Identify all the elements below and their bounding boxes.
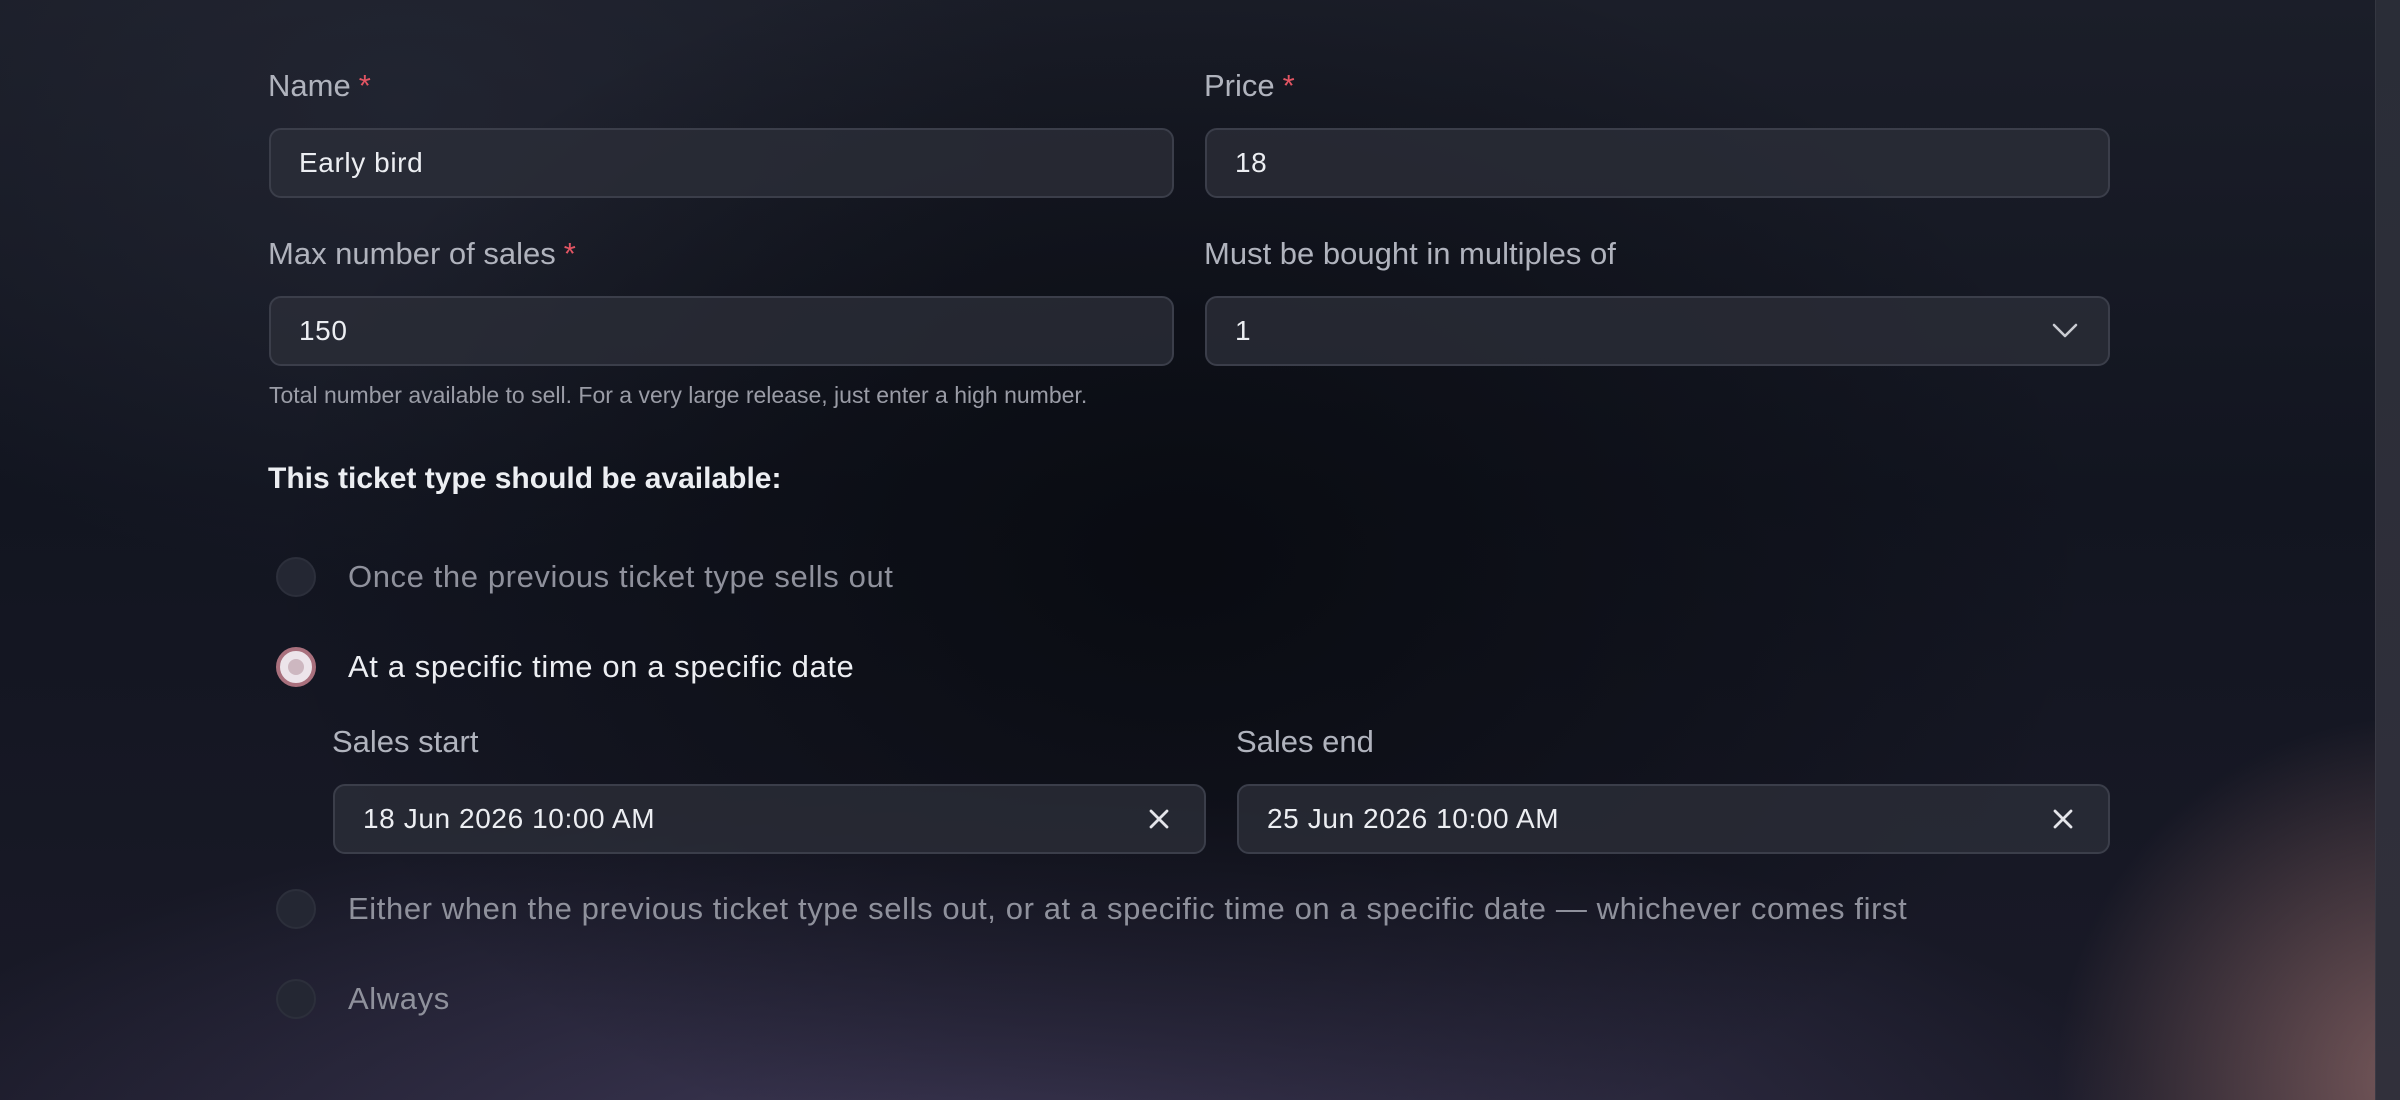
sales-end-label-text: Sales end	[1236, 724, 1374, 759]
max-sales-label: Max number of sales *	[268, 236, 576, 272]
max-sales-input-value: 150	[299, 315, 348, 346]
radio-option-either[interactable]: Either when the previous ticket type sel…	[276, 887, 1907, 931]
radio-option-previous-sells-out[interactable]: Once the previous ticket type sells out	[276, 555, 894, 599]
price-label-text: Price	[1204, 68, 1275, 103]
sales-end-label: Sales end	[1236, 724, 1374, 760]
multiples-label: Must be bought in multiples of	[1204, 236, 1616, 272]
close-icon[interactable]	[1142, 802, 1176, 836]
radio-option-label: Once the previous ticket type sells out	[348, 559, 894, 594]
name-label-text: Name	[268, 68, 351, 103]
multiples-select-value: 1	[1235, 315, 1252, 346]
required-marker: *	[1282, 68, 1295, 103]
close-icon[interactable]	[2046, 802, 2080, 836]
name-label: Name *	[268, 68, 371, 104]
price-input-value: 18	[1235, 147, 1268, 178]
sales-start-value: 18 Jun 2026 10:00 AM	[363, 803, 656, 834]
required-marker: *	[358, 68, 371, 103]
name-input[interactable]: Early bird	[269, 128, 1174, 198]
multiples-label-text: Must be bought in multiples of	[1204, 236, 1616, 271]
radio-button[interactable]	[276, 557, 316, 597]
sales-start-label-text: Sales start	[332, 724, 479, 759]
max-sales-label-text: Max number of sales	[268, 236, 556, 271]
sales-start-datetime-input[interactable]: 18 Jun 2026 10:00 AM	[333, 784, 1206, 854]
radio-option-specific-time[interactable]: At a specific time on a specific date	[276, 645, 854, 689]
multiples-select[interactable]: 1	[1205, 296, 2110, 366]
radio-option-label: Either when the previous ticket type sel…	[348, 891, 1908, 926]
max-sales-input[interactable]: 150	[269, 296, 1174, 366]
required-marker: *	[563, 236, 576, 271]
radio-button-selected[interactable]	[276, 647, 316, 687]
price-label: Price *	[1204, 68, 1295, 104]
sales-start-label: Sales start	[332, 724, 478, 760]
chevron-down-icon	[2050, 316, 2080, 346]
price-input[interactable]: 18	[1205, 128, 2110, 198]
radio-option-label: At a specific time on a specific date	[348, 649, 855, 684]
ticket-type-form: Name * Early bird Price * 18 Max number of…	[0, 0, 2376, 1100]
scrollbar[interactable]	[2375, 0, 2400, 1100]
radio-button[interactable]	[276, 979, 316, 1019]
max-sales-help-text: Total number available to sell. For a ve…	[269, 382, 1088, 408]
radio-option-always[interactable]: Always	[276, 977, 450, 1021]
name-input-value: Early bird	[299, 147, 424, 178]
sales-end-datetime-input[interactable]: 25 Jun 2026 10:00 AM	[1237, 784, 2110, 854]
radio-button[interactable]	[276, 889, 316, 929]
radio-option-label: Always	[348, 981, 450, 1016]
availability-title: This ticket type should be available:	[268, 462, 782, 495]
sales-end-value: 25 Jun 2026 10:00 AM	[1267, 803, 1560, 834]
